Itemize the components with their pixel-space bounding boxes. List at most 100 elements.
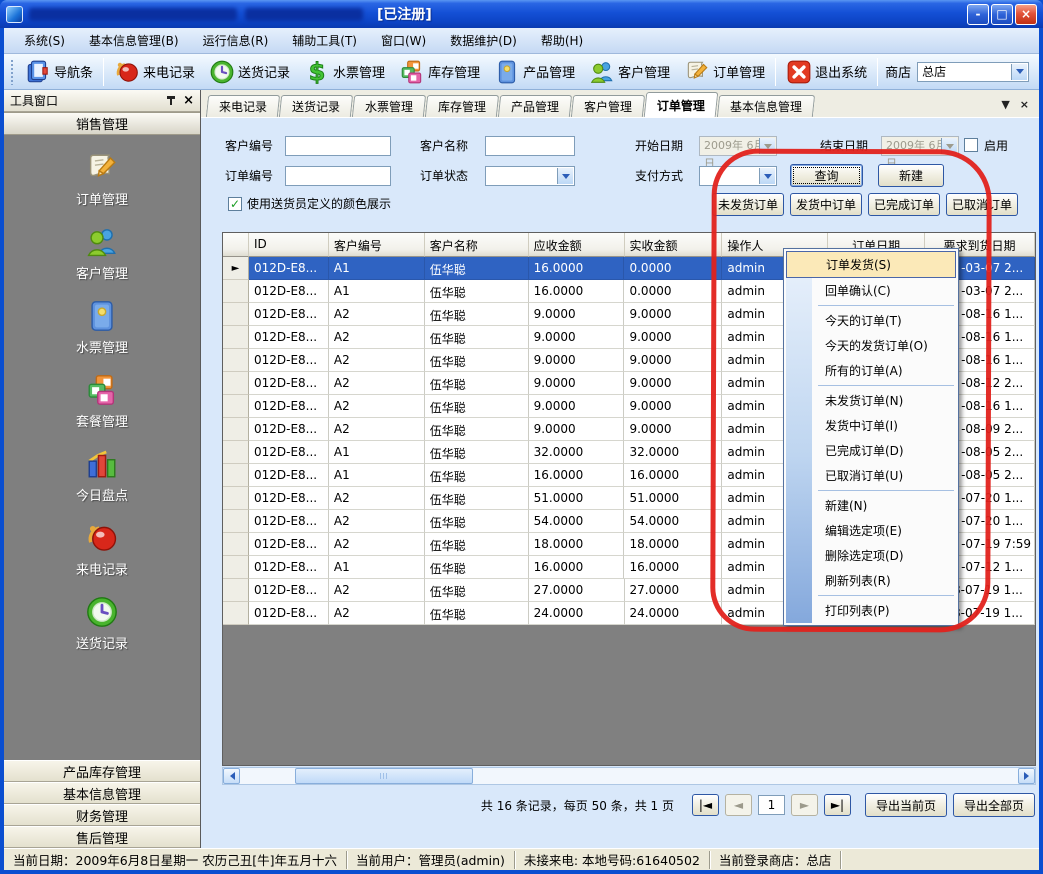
table-cell[interactable]: 伍华聪 [425,579,529,602]
tab-客户管理[interactable]: 客户管理 [571,95,645,117]
table-cell[interactable]: 54.0000 [624,510,722,533]
table-cell[interactable]: 9.0000 [624,349,722,372]
menu-item-回单确认(C)[interactable]: 回单确认(C) [812,278,956,303]
table-cell[interactable]: 012D-E8... [249,395,329,418]
table-cell[interactable]: 012D-E8... [249,602,329,625]
row-selector-cell[interactable] [223,602,249,625]
table-cell[interactable]: 16.0000 [529,257,625,280]
table-cell[interactable]: 012D-E8... [249,303,329,326]
table-cell[interactable]: A2 [329,303,425,326]
table-cell[interactable]: 伍华聪 [425,556,529,579]
table-cell[interactable]: 54.0000 [529,510,625,533]
row-selector-cell[interactable] [223,533,249,556]
query-button[interactable]: 查询 [790,164,863,187]
next-page-button[interactable]: ► [791,794,818,816]
scroll-left-icon[interactable] [223,768,240,784]
table-cell[interactable]: 伍华聪 [425,280,529,303]
scroll-right-icon[interactable] [1018,768,1035,784]
table-cell[interactable]: A2 [329,533,425,556]
menubar-item[interactable]: 数据维护(D) [438,28,529,53]
toolbar-button-9[interactable]: 退出系统 [779,56,874,88]
menu-item-发货中订单(I)[interactable]: 发货中订单(I) [812,413,956,438]
export-current-page-button[interactable]: 导出当前页 [865,793,947,817]
color-display-checkbox[interactable]: ✓ [228,197,242,211]
table-cell[interactable]: 伍华聪 [425,257,529,280]
menu-item-已完成订单(D)[interactable]: 已完成订单(D) [812,438,956,463]
tab-产品管理[interactable]: 产品管理 [498,95,572,117]
table-cell[interactable]: 伍华聪 [425,441,529,464]
sidebar-item-订单管理[interactable]: 订单管理 [76,151,128,208]
table-cell[interactable]: 16.0000 [624,556,722,579]
sidebar-item-来电记录[interactable]: 来电记录 [76,521,128,578]
tool-window-close-icon[interactable]: × [183,94,194,107]
table-cell[interactable]: 51.0000 [529,487,625,510]
customer-no-input[interactable] [285,136,391,156]
close-button[interactable]: × [1015,4,1037,25]
table-cell[interactable]: 9.0000 [624,372,722,395]
sidebar-group-bar[interactable]: 基本信息管理 [4,782,200,804]
tab-dropdown-icon[interactable]: ▼ [1001,98,1009,111]
menu-item-打印列表(P)[interactable]: 打印列表(P) [812,598,956,623]
table-cell[interactable]: 伍华聪 [425,533,529,556]
horizontal-scrollbar[interactable] [222,767,1036,785]
table-cell[interactable]: 9.0000 [624,395,722,418]
table-cell[interactable]: 18.0000 [624,533,722,556]
order-status-select[interactable] [485,166,575,186]
table-cell[interactable]: 18.0000 [529,533,625,556]
sidebar-group-sales[interactable]: 销售管理 [4,112,200,135]
first-page-button[interactable]: |◄ [692,794,719,816]
table-cell[interactable]: 伍华聪 [425,395,529,418]
table-cell[interactable]: 9.0000 [529,349,625,372]
menubar-item[interactable]: 窗口(W) [369,28,438,53]
table-cell[interactable]: 012D-E8... [249,441,329,464]
sidebar-group-bar[interactable]: 产品库存管理 [4,760,200,782]
chevron-down-icon[interactable] [759,168,775,184]
table-cell[interactable]: 012D-E8... [249,556,329,579]
table-cell[interactable]: 9.0000 [529,303,625,326]
table-header-cell[interactable]: 客户名称 [425,233,529,257]
table-cell[interactable]: 伍华聪 [425,303,529,326]
row-selector-cell[interactable] [223,579,249,602]
table-cell[interactable]: 16.0000 [529,464,625,487]
table-cell[interactable]: A1 [329,556,425,579]
table-cell[interactable]: 32.0000 [529,441,625,464]
table-cell[interactable]: 012D-E8... [249,579,329,602]
menubar-item[interactable]: 运行信息(R) [191,28,281,53]
toolbar-button-1[interactable]: 导航条 [18,56,100,88]
toolbar-button-2[interactable]: 来电记录 [107,56,202,88]
sidebar-item-套餐管理[interactable]: 套餐管理 [76,373,128,430]
table-cell[interactable]: 伍华聪 [425,602,529,625]
table-cell[interactable]: 伍华聪 [425,349,529,372]
menubar-item[interactable]: 辅助工具(T) [280,28,369,53]
row-selector-cell[interactable] [223,395,249,418]
tab-订单管理[interactable]: 订单管理 [644,92,719,117]
row-selector-cell[interactable] [223,487,249,510]
table-cell[interactable]: 24.0000 [529,602,625,625]
table-cell[interactable]: A2 [329,510,425,533]
table-cell[interactable]: 伍华聪 [425,418,529,441]
filter-shipping-button[interactable]: 发货中订单 [790,193,862,216]
table-cell[interactable]: A2 [329,349,425,372]
table-cell[interactable]: 32.0000 [624,441,722,464]
table-header-cell[interactable]: 应收金额 [529,233,625,257]
chevron-down-icon[interactable] [557,168,573,184]
tab-库存管理[interactable]: 库存管理 [425,95,499,117]
sidebar-group-bar[interactable]: 财务管理 [4,804,200,826]
row-selector-cell[interactable] [223,349,249,372]
filter-cancelled-button[interactable]: 已取消订单 [946,193,1018,216]
toolbar-button-3[interactable]: 送货记录 [202,56,297,88]
menu-item-所有的订单(A)[interactable]: 所有的订单(A) [812,358,956,383]
row-selector-cell[interactable] [223,510,249,533]
row-selector-cell[interactable] [223,556,249,579]
menu-item-新建(N)[interactable]: 新建(N) [812,493,956,518]
table-cell[interactable]: 27.0000 [625,579,723,602]
table-cell[interactable]: 0.0000 [624,280,722,303]
table-cell[interactable]: 012D-E8... [249,464,329,487]
table-cell[interactable]: A2 [329,395,425,418]
filter-completed-button[interactable]: 已完成订单 [868,193,940,216]
toolbar-button-8[interactable]: 订单管理 [677,56,772,88]
last-page-button[interactable]: ►| [824,794,851,816]
tab-水票管理[interactable]: 水票管理 [352,95,426,117]
row-selector-cell[interactable] [223,326,249,349]
row-selector-cell[interactable]: ► [223,257,249,280]
